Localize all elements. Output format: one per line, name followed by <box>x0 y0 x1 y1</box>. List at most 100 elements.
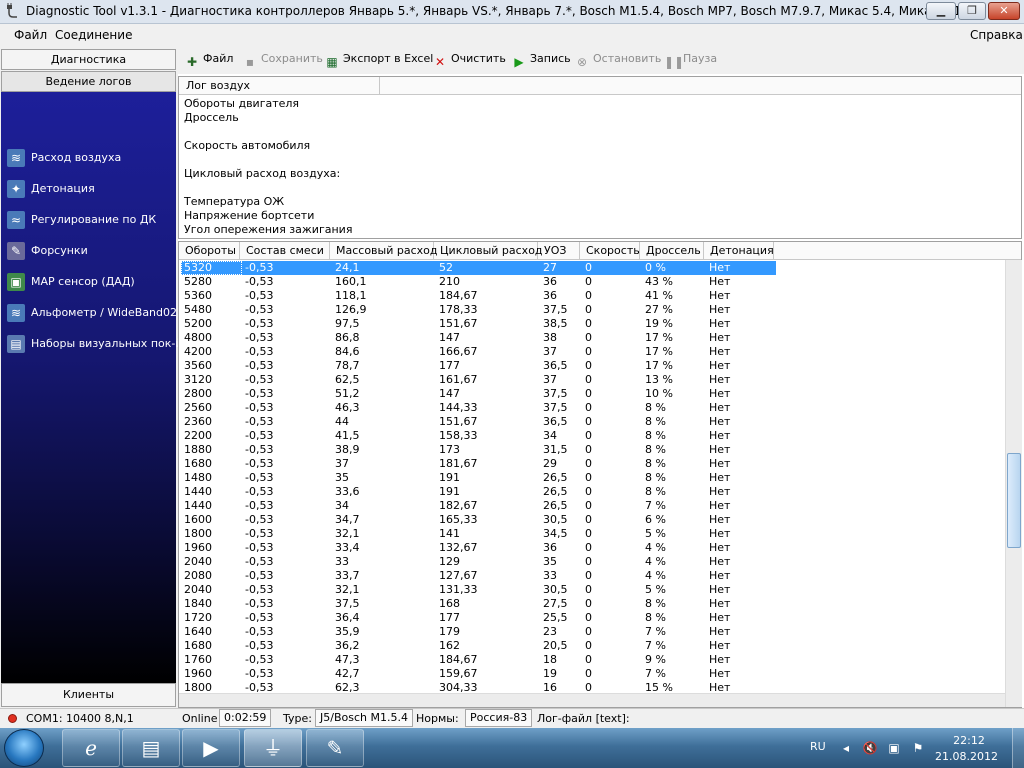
clients-button[interactable]: Клиенты <box>1 683 176 707</box>
nav-item-wideband[interactable]: ≋ Альфометр / WideBand02 <box>1 299 177 327</box>
table-row[interactable]: 5360 -0,53 118,1 184,67 36 0 41 % Нет <box>179 289 1003 303</box>
nav-item-map-sensor[interactable]: ▣ MAP сенсор (ДАД) <box>1 268 176 296</box>
table-row[interactable]: 5200 -0,53 97,5 151,67 38,5 0 19 % Нет <box>179 317 1003 331</box>
record-button-label: Запись <box>530 52 571 65</box>
table-row[interactable]: 1800 -0,53 32,1 141 34,5 0 5 % Нет <box>179 527 1003 541</box>
save-button[interactable]: ▪ Сохранить <box>242 52 323 70</box>
maximize-button[interactable]: ❐ <box>958 2 986 20</box>
table-cell: 5280 <box>184 275 212 288</box>
show-desktop-button[interactable] <box>1012 728 1024 768</box>
menu-help[interactable]: Справка <box>970 28 1023 42</box>
table-row[interactable]: 1440 -0,53 33,6 191 26,5 0 8 % Нет <box>179 485 1003 499</box>
start-button[interactable] <box>4 729 44 767</box>
nav-item-visual-sets[interactable]: ▤ Наборы визуальных пок-й <box>1 330 183 358</box>
table-row[interactable]: 1960 -0,53 33,4 132,67 36 0 4 % Нет <box>179 541 1003 555</box>
table-cell: 118,1 <box>335 289 367 302</box>
table-row[interactable]: 4800 -0,53 86,8 147 38 0 17 % Нет <box>179 331 1003 345</box>
explorer-folder-icon[interactable]: ▤ <box>122 729 180 767</box>
table-cell: 26,5 <box>543 485 568 498</box>
file-button[interactable]: ✚ Файл <box>184 52 233 70</box>
table-row[interactable]: 1440 -0,53 34 182,67 26,5 0 7 % Нет <box>179 499 1003 513</box>
table-cell: 8 % <box>645 485 666 498</box>
column-header[interactable]: Состав смеси <box>240 242 330 260</box>
table-row[interactable]: 1680 -0,53 37 181,67 29 0 8 % Нет <box>179 457 1003 471</box>
table-row[interactable]: 1840 -0,53 37,5 168 27,5 0 8 % Нет <box>179 597 1003 611</box>
table-row[interactable]: 1640 -0,53 35,9 179 23 0 7 % Нет <box>179 625 1003 639</box>
table-row[interactable]: 3560 -0,53 78,7 177 36,5 0 17 % Нет <box>179 359 1003 373</box>
record-button[interactable]: ▶ Запись <box>511 52 571 70</box>
parameter-list[interactable]: Лог воздух Обороты двигателя Дроссель Ск… <box>178 76 1022 239</box>
table-cell: 17 % <box>645 331 673 344</box>
clock-date[interactable]: 21.08.2012 <box>935 750 998 763</box>
table-row[interactable]: 4200 -0,53 84,6 166,67 37 0 17 % Нет <box>179 345 1003 359</box>
table-row[interactable]: 2360 -0,53 44 151,67 36,5 0 8 % Нет <box>179 415 1003 429</box>
table-row[interactable]: 5480 -0,53 126,9 178,33 37,5 0 27 % Нет <box>179 303 1003 317</box>
menu-file[interactable]: Файл <box>14 28 47 42</box>
close-button[interactable]: ✕ <box>988 2 1020 20</box>
language-indicator[interactable]: RU <box>810 740 826 753</box>
menu-connection[interactable]: Соединение <box>55 28 132 42</box>
table-row[interactable]: 2560 -0,53 46,3 144,33 37,5 0 8 % Нет <box>179 401 1003 415</box>
diagnostic-tool-taskbar-icon[interactable]: ⏚ <box>244 729 302 767</box>
tab-logging[interactable]: Ведение логов <box>1 71 176 92</box>
table-cell: -0,53 <box>245 639 274 652</box>
table-row[interactable]: 5280 -0,53 160,1 210 36 0 43 % Нет <box>179 275 1003 289</box>
column-header[interactable]: Дроссель <box>640 242 704 260</box>
nav-item-injectors[interactable]: ✎ Форсунки <box>1 237 176 265</box>
nav-item-lambda[interactable]: ≈ Регулирование по ДК <box>1 206 176 234</box>
table-cell: 1960 <box>184 667 212 680</box>
export-excel-button[interactable]: ▦ Экспорт в Excel <box>324 52 433 70</box>
table-row[interactable]: 1480 -0,53 35 191 26,5 0 8 % Нет <box>179 471 1003 485</box>
action-center-icon[interactable]: ⚑ <box>910 740 926 756</box>
nav-item-knock[interactable]: ✦ Детонация <box>1 175 176 203</box>
media-player-icon[interactable]: ▶ <box>182 729 240 767</box>
menu-bar: Файл Соединение Справка <box>0 24 1024 46</box>
online-time: 0:02:59 <box>219 709 272 727</box>
grid-vertical-scrollbar[interactable] <box>1005 260 1022 707</box>
network-error-icon[interactable]: ▣ <box>886 740 902 756</box>
minimize-button[interactable]: ▁ <box>926 2 956 20</box>
paint-icon[interactable]: ✎ <box>306 729 364 767</box>
tab-diagnostics[interactable]: Диагностика <box>1 49 176 70</box>
nav-label: Регулирование по ДК <box>31 213 157 226</box>
table-row[interactable]: 3120 -0,53 62,5 161,67 37 0 13 % Нет <box>179 373 1003 387</box>
table-cell: 0 <box>585 359 592 372</box>
table-cell: Нет <box>709 303 731 316</box>
ie-icon[interactable]: ℯ <box>62 729 120 767</box>
column-header[interactable]: Скорость <box>580 242 640 260</box>
table-cell: Нет <box>709 359 731 372</box>
table-row[interactable]: 1720 -0,53 36,4 177 25,5 0 8 % Нет <box>179 611 1003 625</box>
stop-button[interactable]: ⊗ Остановить <box>574 52 661 70</box>
table-row[interactable]: 1880 -0,53 38,9 173 31,5 0 8 % Нет <box>179 443 1003 457</box>
column-header[interactable]: Обороты <box>179 242 240 260</box>
table-cell: 0 <box>585 429 592 442</box>
table-cell: 144,33 <box>439 401 478 414</box>
table-row[interactable]: 2040 -0,53 32,1 131,33 30,5 0 5 % Нет <box>179 583 1003 597</box>
tray-arrow-icon[interactable]: ◂ <box>838 740 854 756</box>
nav-item-airflow[interactable]: ≋ Расход воздуха <box>1 144 176 172</box>
column-header[interactable]: УОЗ <box>538 242 580 260</box>
log-data-grid[interactable]: Обороты Состав смеси Массовый расход Циклов… <box>178 241 1022 708</box>
table-row[interactable]: 2080 -0,53 33,7 127,67 33 0 4 % Нет <box>179 569 1003 583</box>
table-row[interactable]: 1760 -0,53 47,3 184,67 18 0 9 % Нет <box>179 653 1003 667</box>
volume-muted-icon[interactable]: 🔇 <box>862 740 878 756</box>
stop-button-label: Остановить <box>593 52 662 65</box>
grid-horizontal-scrollbar[interactable] <box>179 693 1005 707</box>
table-row[interactable]: 2800 -0,53 51,2 147 37,5 0 10 % Нет <box>179 387 1003 401</box>
column-header[interactable]: Цикловый расход <box>434 242 543 260</box>
pause-button[interactable]: ❚❚Пауза <box>664 52 717 70</box>
scrollbar-thumb[interactable] <box>1007 453 1021 548</box>
table-row[interactable]: 2040 -0,53 33 129 35 0 4 % Нет <box>179 555 1003 569</box>
table-row[interactable]: 5320 -0,53 24,1 52 27 0 0 % Нет <box>179 261 1003 275</box>
table-row[interactable]: 1600 -0,53 34,7 165,33 30,5 0 6 % Нет <box>179 513 1003 527</box>
table-cell: Нет <box>709 527 731 540</box>
column-header[interactable]: Детонация <box>704 242 774 260</box>
table-cell: 161,67 <box>439 373 478 386</box>
table-row[interactable]: 1960 -0,53 42,7 159,67 19 0 7 % Нет <box>179 667 1003 681</box>
clock-time[interactable]: 22:12 <box>944 734 994 747</box>
table-row[interactable]: 1680 -0,53 36,2 162 20,5 0 7 % Нет <box>179 639 1003 653</box>
clear-button[interactable]: ✕ Очистить <box>432 52 506 70</box>
table-cell: 0 <box>585 289 592 302</box>
table-row[interactable]: 2200 -0,53 41,5 158,33 34 0 8 % Нет <box>179 429 1003 443</box>
column-header[interactable]: Массовый расход <box>330 242 438 260</box>
